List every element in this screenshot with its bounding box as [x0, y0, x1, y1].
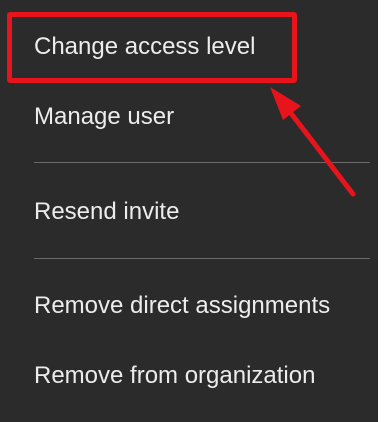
menu-item-label: Remove from organization: [34, 362, 316, 389]
menu-item-label: Manage user: [34, 103, 175, 130]
menu-item-resend-invite[interactable]: Resend invite: [0, 200, 378, 224]
menu-item-label: Change access level: [34, 33, 256, 60]
context-menu: Change access level Manage user Resend i…: [0, 0, 378, 422]
menu-item-label: Resend invite: [34, 198, 180, 225]
menu-divider: [34, 258, 370, 259]
menu-item-label: Remove direct assignments: [34, 292, 331, 319]
menu-divider: [34, 162, 370, 163]
menu-item-remove-direct-assignments[interactable]: Remove direct assignments: [0, 294, 378, 318]
menu-item-manage-user[interactable]: Manage user: [0, 105, 378, 129]
menu-item-change-access-level[interactable]: Change access level: [0, 35, 378, 59]
menu-item-remove-from-organization[interactable]: Remove from organization: [0, 364, 378, 388]
